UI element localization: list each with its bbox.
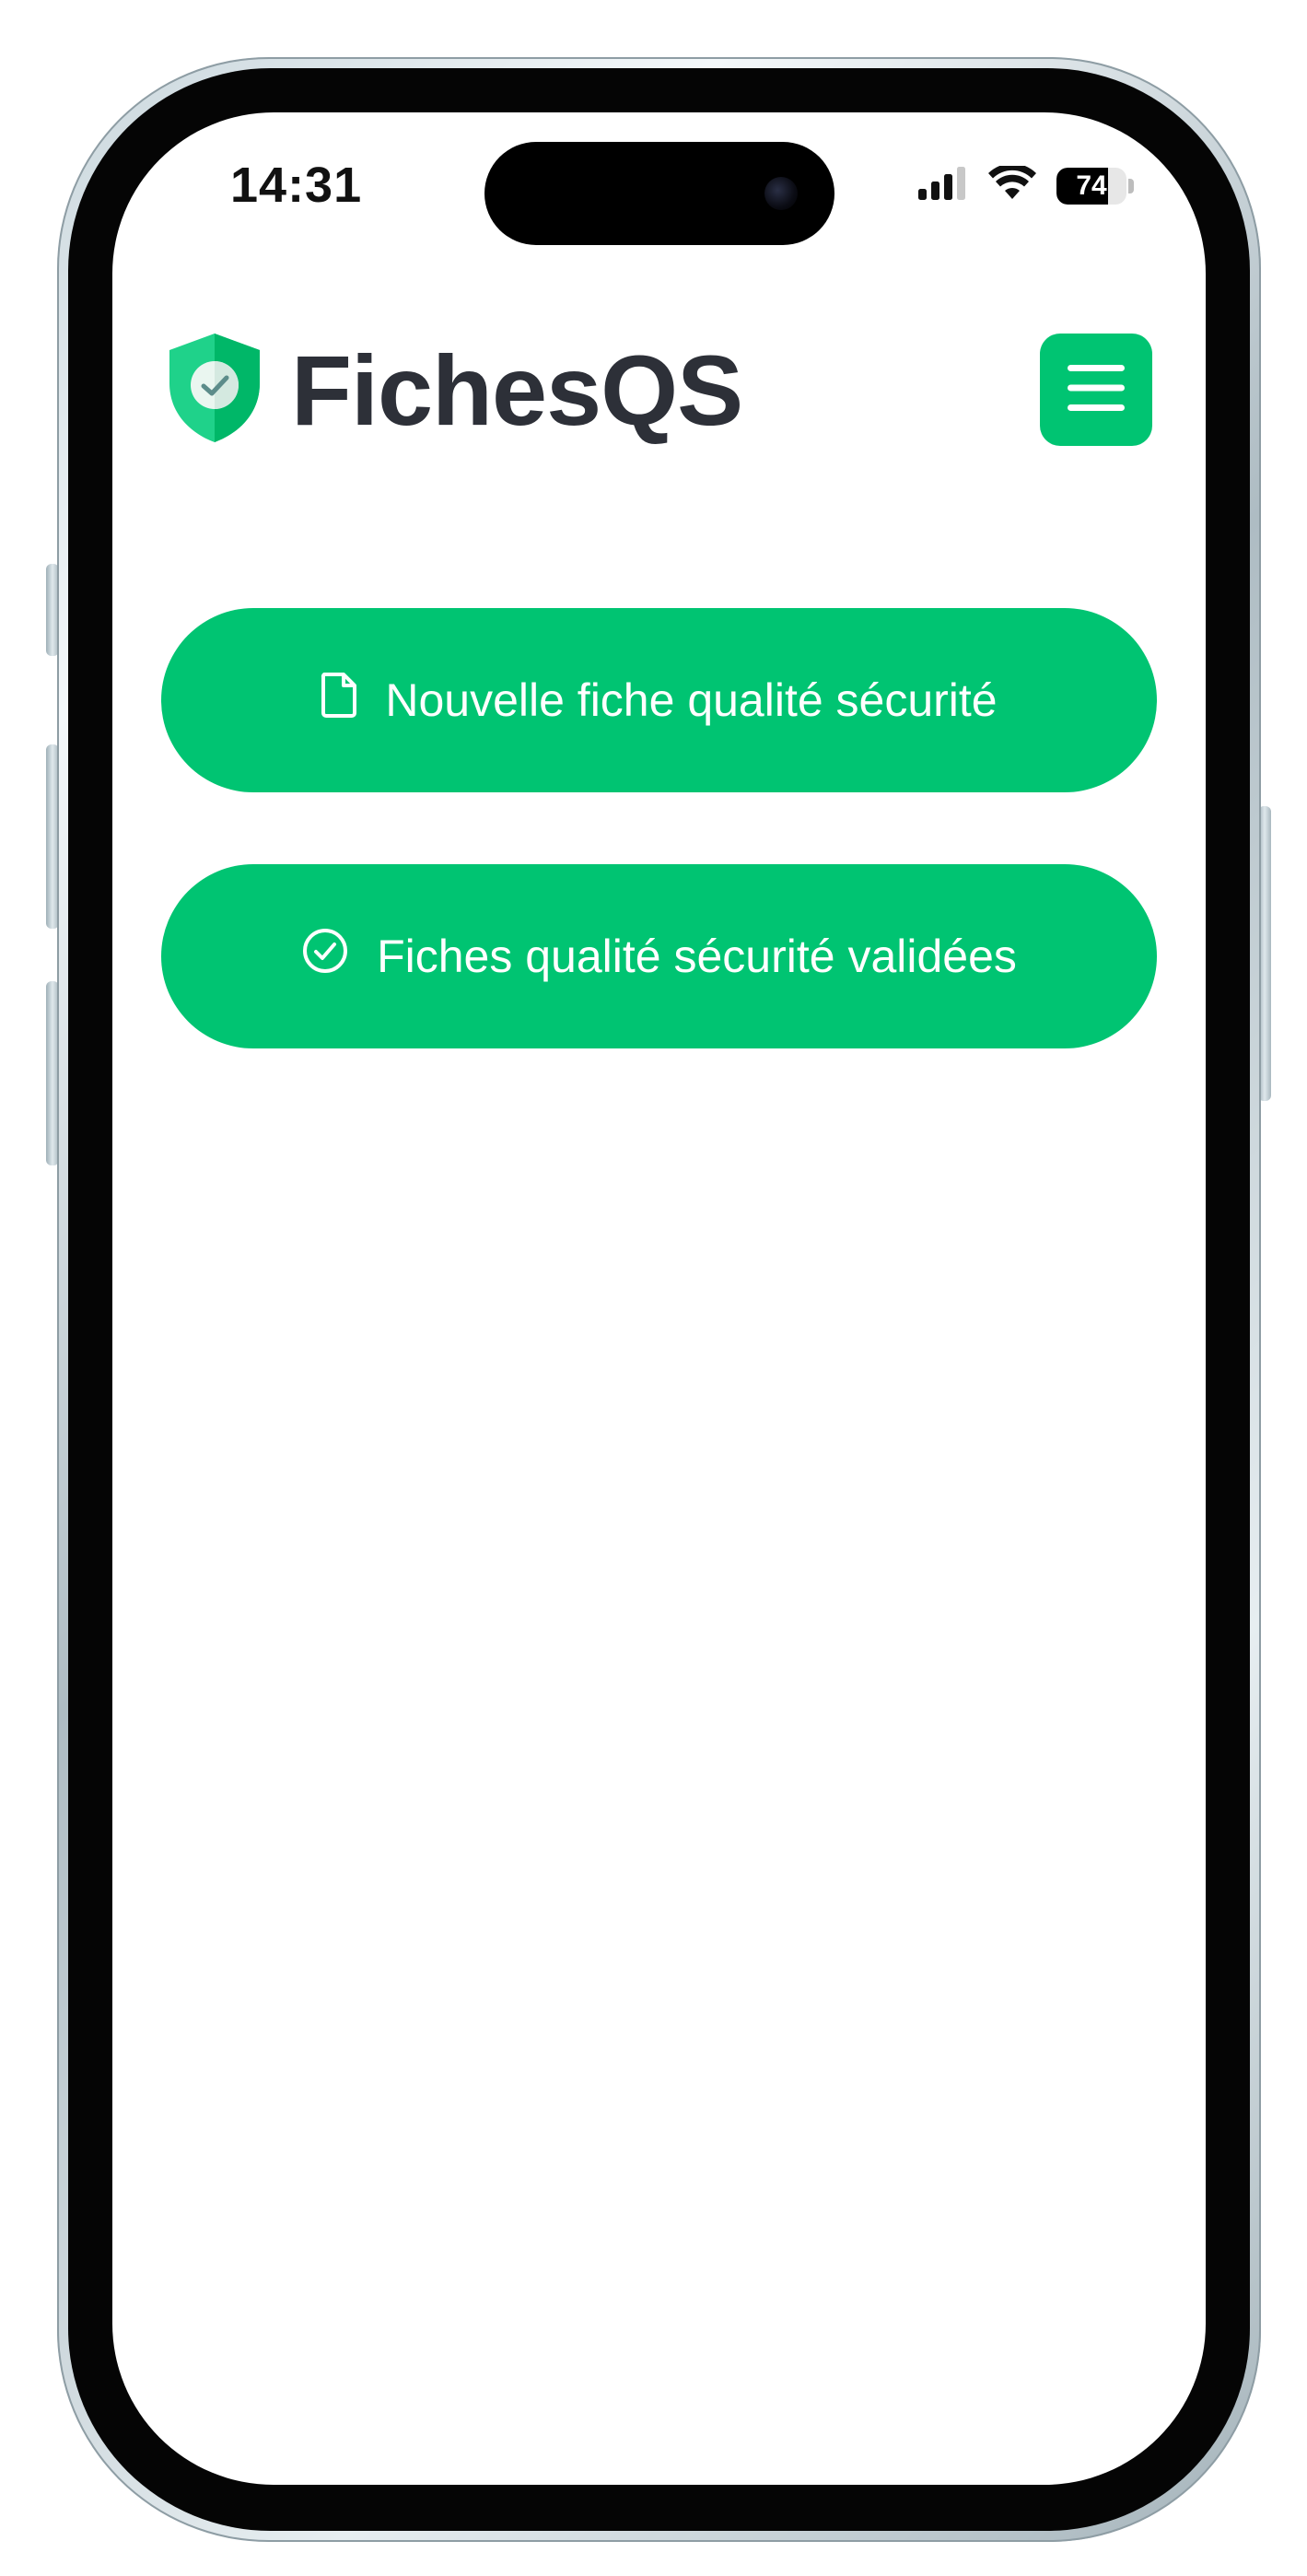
document-icon bbox=[321, 672, 357, 729]
battery-icon: 74 bbox=[1056, 167, 1126, 205]
action-list: Nouvelle fiche qualité sécurité Fiches q… bbox=[161, 608, 1157, 1048]
app-title: FichesQS bbox=[291, 334, 743, 446]
validated-sheets-button[interactable]: Fiches qualité sécurité validées bbox=[161, 864, 1157, 1048]
battery-level: 74 bbox=[1076, 170, 1107, 201]
status-time: 14:31 bbox=[230, 158, 363, 213]
new-sheet-label: Nouvelle fiche qualité sécurité bbox=[385, 674, 998, 726]
wifi-icon bbox=[988, 163, 1036, 205]
check-circle-icon bbox=[301, 927, 349, 986]
hamburger-menu-icon bbox=[1068, 364, 1125, 416]
device-frame: 14:31 74 FichesQS Nouvelle fiche qualité… bbox=[0, 0, 1307, 2576]
validated-sheets-label: Fiches qualité sécurité validées bbox=[377, 931, 1017, 982]
app-header: FichesQS bbox=[166, 330, 1152, 450]
screen: 14:31 74 FichesQS Nouvelle fiche qualité… bbox=[112, 112, 1206, 2485]
front-camera bbox=[764, 177, 798, 210]
new-sheet-button[interactable]: Nouvelle fiche qualité sécurité bbox=[161, 608, 1157, 792]
shield-check-icon bbox=[166, 332, 263, 449]
status-icons: 74 bbox=[918, 163, 1134, 205]
cellular-signal-icon bbox=[918, 167, 968, 205]
battery-cap bbox=[1128, 178, 1134, 193]
brand[interactable]: FichesQS bbox=[166, 332, 743, 449]
dynamic-island bbox=[484, 142, 834, 245]
menu-button[interactable] bbox=[1040, 334, 1152, 446]
